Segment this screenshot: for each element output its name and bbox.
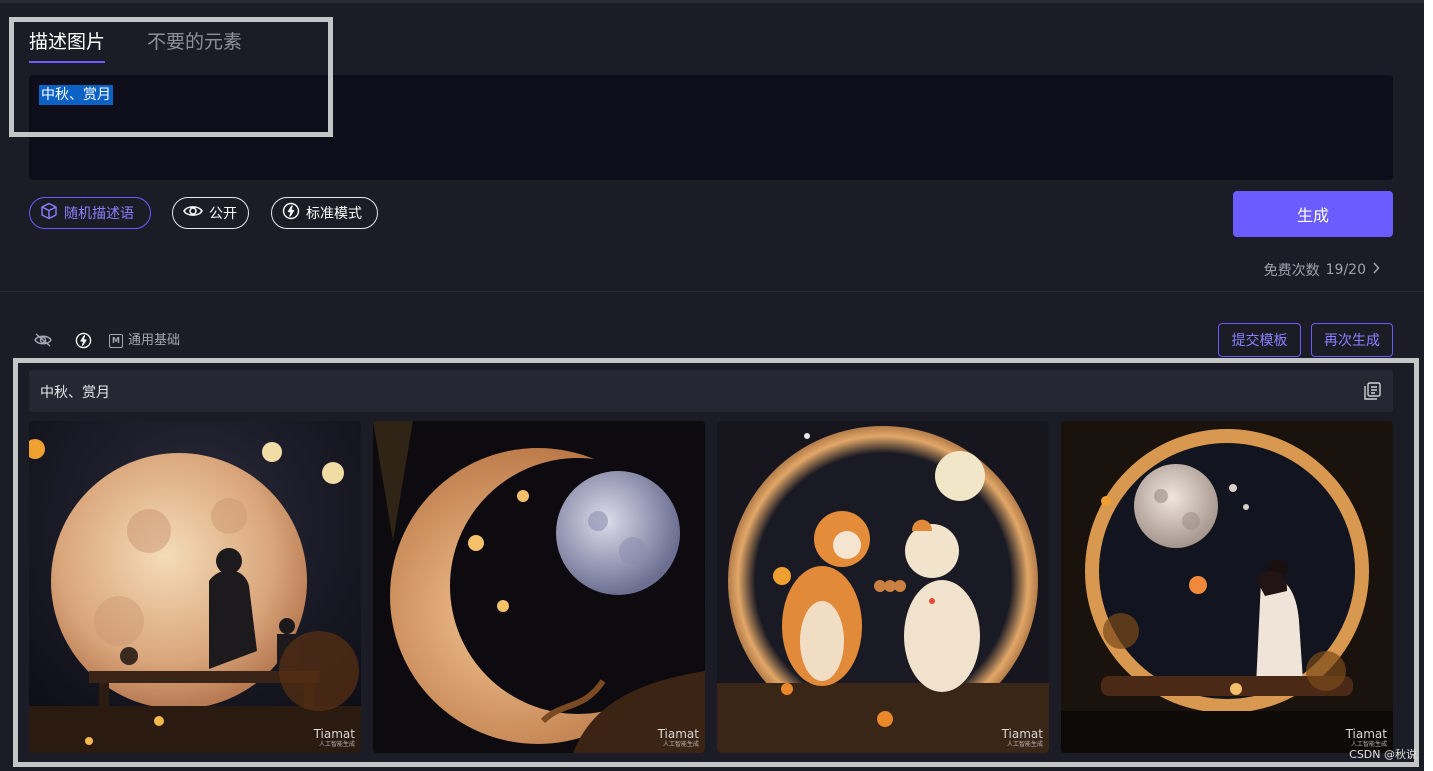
chevron-right-icon [1372, 262, 1380, 278]
watermark: Tiamat 人工智能生成 [314, 728, 355, 749]
cube-icon [40, 202, 58, 224]
model-badge-icon: M [109, 334, 123, 348]
active-tab-indicator [29, 61, 105, 63]
free-count-link[interactable]: 免费次数 19/20 [1264, 260, 1380, 280]
standard-mode-button[interactable]: 标准模式 [271, 197, 378, 229]
free-count-value: 19/20 [1325, 262, 1366, 278]
prompt-text: 中秋、赏月 [39, 85, 113, 105]
generate-button[interactable]: 生成 [1233, 191, 1393, 237]
free-count-label: 免费次数 [1263, 263, 1320, 279]
watermark-brand: Tiamat [313, 727, 355, 741]
prompt-textarea[interactable]: 中秋、赏月 [29, 75, 1393, 180]
watermark-brand: Tiamat [657, 727, 699, 741]
generated-image-2[interactable]: Tiamat 人工智能生成 [373, 421, 705, 753]
watermark-brand: Tiamat [1001, 727, 1043, 741]
public-toggle-button[interactable]: 公开 [172, 197, 249, 229]
lightning-mode-icon[interactable] [75, 332, 92, 353]
watermark-subtitle: 人工智能生成 [318, 741, 355, 748]
section-divider [0, 291, 1424, 292]
regenerate-button[interactable]: 再次生成 [1311, 323, 1393, 357]
top-border [0, 0, 1424, 3]
generated-image-1[interactable]: Tiamat 人工智能生成 [29, 421, 361, 753]
copy-icon[interactable] [1364, 382, 1381, 404]
watermark-subtitle: 人工智能生成 [1006, 741, 1043, 748]
result-prompt-bar: 中秋、赏月 [29, 370, 1393, 412]
generated-image-4[interactable]: Tiamat 人工智能生成 [1061, 421, 1393, 753]
watermark-subtitle: 人工智能生成 [662, 741, 699, 748]
eye-icon [183, 204, 203, 222]
watermark: Tiamat 人工智能生成 [1002, 728, 1043, 749]
watermark-brand: Tiamat [1345, 727, 1387, 741]
eye-off-icon[interactable] [34, 332, 52, 352]
tab-describe-image[interactable]: 描述图片 [29, 30, 105, 54]
tab-negative-elements[interactable]: 不要的元素 [147, 30, 242, 54]
watermark: Tiamat 人工智能生成 [658, 728, 699, 749]
random-prompt-button[interactable]: 随机描述语 [29, 197, 151, 229]
generated-image-3[interactable]: Tiamat 人工智能生成 [717, 421, 1049, 753]
random-prompt-label: 随机描述语 [64, 206, 134, 222]
corner-credit: CSDN @秋说 [1349, 748, 1417, 761]
standard-mode-label: 标准模式 [306, 206, 362, 222]
model-label: 通用基础 [128, 333, 181, 348]
result-prompt-text: 中秋、赏月 [40, 385, 110, 401]
model-info: M 通用基础 [109, 332, 180, 350]
public-label: 公开 [209, 206, 237, 222]
app-window: 描述图片 不要的元素 中秋、赏月 随机描述语 公开 标准模式 生成 免费次数 1… [0, 0, 1424, 771]
submit-template-button[interactable]: 提交模板 [1218, 323, 1301, 357]
lightning-icon [282, 202, 300, 224]
